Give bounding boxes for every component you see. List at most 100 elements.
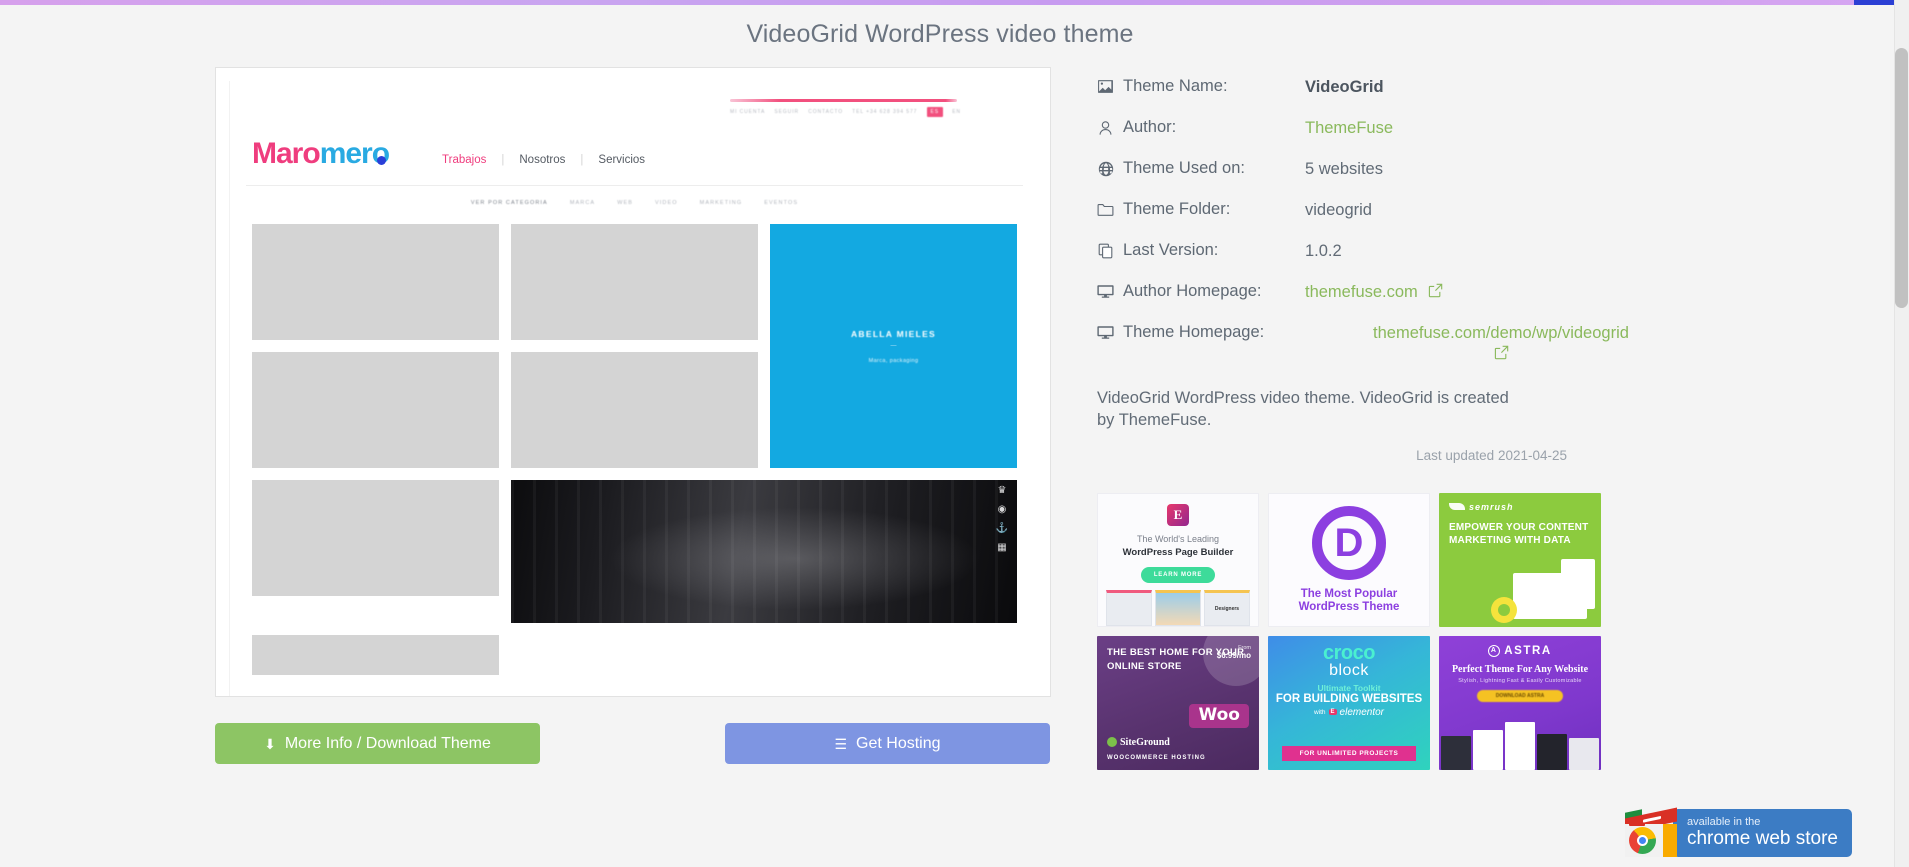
meta-row-theme-folder: Theme Folder: videogrid [1097,200,1697,220]
preview-header: Maromero Trabajos | Nosotros | Servicios [230,123,1039,171]
price-from-label: From [1238,644,1251,651]
theme-description: VideoGrid WordPress video theme. VideoGr… [1097,389,1509,429]
preview-grid-tile-featured: ABELLA MIELES — Marca, packaging [770,224,1017,468]
ad-grid: E The World's Leading WordPress Page Bui… [1097,492,1697,770]
ad-astra[interactable]: A ASTRA Perfect Theme For Any Website St… [1439,635,1601,770]
preview-nav-item-nosotros: Nosotros [519,154,566,166]
preview-video-still [511,480,1017,623]
meta-value-theme-used-on: 5 websites [1305,160,1383,178]
copy-icon [1097,242,1114,259]
ad-croco-tag: FOR UNLIMITED PROJECTS [1282,745,1416,761]
preview-video-overlay-icons: ♛ ◉ ⚓ ▦ [991,486,1013,553]
elementor-logo-icon: E [1167,503,1189,526]
ad-thumb [1473,729,1503,770]
meta-label-theme-folder: Theme Folder: [1097,200,1305,219]
theme-screenshot-frame[interactable]: MI CUENTA SEGUIR CONTACTO TEL +34 628 39… [215,67,1051,697]
preview-site-nav: Trabajos | Nosotros | Servicios [429,154,658,166]
meta-label-text: Theme Homepage: [1123,323,1265,341]
preview-tile-subtitle: Marca, packaging [868,357,919,364]
theme-homepage-url: themefuse.com/demo/wp/videogrid [1373,324,1629,342]
scrollbar-track[interactable] [1894,0,1909,867]
ad-elementor-cta[interactable]: LEARN MORE [1140,566,1216,583]
meta-value-theme-name: VideoGrid [1305,78,1384,96]
meta-row-author: Author: ThemeFuse [1097,118,1697,138]
monitor-icon [1097,324,1114,341]
ad-semrush[interactable]: semrush EMPOWER YOUR CONTENT MARKETING W… [1439,492,1601,627]
meta-value-author-homepage[interactable]: themefuse.com [1305,282,1443,302]
theme-details-column: Theme Name: VideoGrid Author: ThemeFuse [1097,67,1697,770]
price-value: $6.99/mo [1216,650,1251,660]
siteground-brand: SiteGround [1107,737,1170,748]
download-theme-button[interactable]: ⬇ More Info / Download Theme [215,723,540,764]
preview-nav-separator: | [501,154,505,166]
preview-logo-part2: mero [319,137,390,170]
preview-grid-tile [511,352,758,468]
meta-label-theme-used-on: Theme Used on: [1097,159,1305,178]
ad-croco-partner: with E elementor [1268,707,1430,718]
preview-topbar: MI CUENTA SEGUIR CONTACTO TEL +34 628 39… [230,81,1039,123]
ad-elementor-thumbs: Designers [1106,588,1250,626]
bulb-shape [1491,596,1517,623]
croco-partner-name: elementor [1339,706,1385,718]
ad-croco-line4: FOR BUILDING WEBSITES [1275,692,1423,705]
ad-divi[interactable]: D The Most Popular WordPress Theme [1268,492,1430,627]
ad-divi-line2: WordPress Theme [1298,600,1400,613]
chrome-web-store-badge[interactable]: available in the chrome web store [1624,807,1852,859]
page-root: VideoGrid WordPress video theme MI CUENT… [0,5,1880,867]
scrollbar-thumb[interactable] [1895,48,1908,308]
ad-semrush-headline: EMPOWER YOUR CONTENT MARKETING WITH DATA [1449,521,1589,547]
globe-icon [1097,160,1114,177]
meta-label-author: Author: [1097,118,1305,137]
meta-value-theme-homepage[interactable]: themefuse.com/demo/wp/videogrid [1305,323,1697,360]
preview-category-filters: VER POR CATEGORIA MARCA WEB VIDEO MARKET… [230,186,1039,206]
preview-topbar-item: SEGUIR [774,109,799,115]
meta-label-theme-homepage: Theme Homepage: [1097,323,1305,342]
ad-semrush-illustration [1491,558,1595,627]
main-content: MI CUENTA SEGUIR CONTACTO TEL +34 628 39… [0,49,1880,770]
box-front [1624,823,1663,857]
meta-value-last-version: 1.0.2 [1305,242,1342,260]
preview-topbar-item: MI CUENTA [730,109,766,115]
chrome-badge-line2: chrome web store [1686,827,1838,849]
preview-filter-item: MARKETING [699,200,743,206]
ad-crocoblock[interactable]: croco block Ultimate Toolkit FOR BUILDIN… [1268,635,1430,770]
preview-topbar-nav: MI CUENTA SEGUIR CONTACTO TEL +34 628 39… [730,107,961,117]
preview-logo-dot [377,156,387,165]
ad-elementor[interactable]: E The World's Leading WordPress Page Bui… [1097,492,1259,627]
ad-astra-thumbs [1441,721,1599,770]
download-theme-label: More Info / Download Theme [284,734,491,752]
preview-grid-tile [252,352,499,468]
siteground-mark-icon [1107,737,1117,748]
meta-label-last-version: Last Version: [1097,241,1305,260]
ad-thumb [1155,589,1201,626]
preview-filter-item: MARCA [569,200,596,206]
page-title: VideoGrid WordPress video theme [746,20,1134,48]
meta-label-theme-name: Theme Name: [1097,77,1305,96]
preview-grid-row-last [230,623,1039,675]
meta-label-text: Theme Folder: [1123,200,1231,218]
preview-nav-item-servicios: Servicios [598,154,646,166]
ad-croco-line3: Ultimate Toolkit [1317,682,1381,693]
ad-elementor-line1: The World's Leading [1136,533,1220,544]
chrome-box-icon [1624,807,1677,859]
preview-nav-separator: | [580,154,584,166]
folder-icon [1097,201,1114,218]
meta-label-text: Author: [1123,118,1177,136]
ad-astra-cta[interactable]: DOWNLOAD ASTRA [1477,689,1563,702]
ad-siteground-caption: WOOCOMMERCE HOSTING [1107,754,1206,761]
semrush-logo: semrush [1449,502,1591,512]
elementor-mark-icon: E [1328,709,1337,716]
astra-mark-icon: A [1488,644,1501,657]
ad-thumb [1441,735,1471,770]
preview-tile-dash: — [890,342,897,349]
ad-siteground[interactable]: THE BEST HOME FOR YOUR ONLINE STORE From… [1097,635,1259,770]
ad-thumb [1569,737,1599,770]
preview-filter-item: WEB [617,200,634,206]
preview-topbar-rule [730,99,957,102]
meta-value-author[interactable]: ThemeFuse [1305,118,1393,138]
meta-label-text: Last Version: [1123,241,1219,259]
preview-grid-tile [511,224,758,340]
get-hosting-button[interactable]: ☰ Get Hosting [725,723,1050,764]
ad-astra-headline: Perfect Theme For Any Website [1451,663,1589,675]
preview-filter-item: VIDEO [655,200,678,206]
